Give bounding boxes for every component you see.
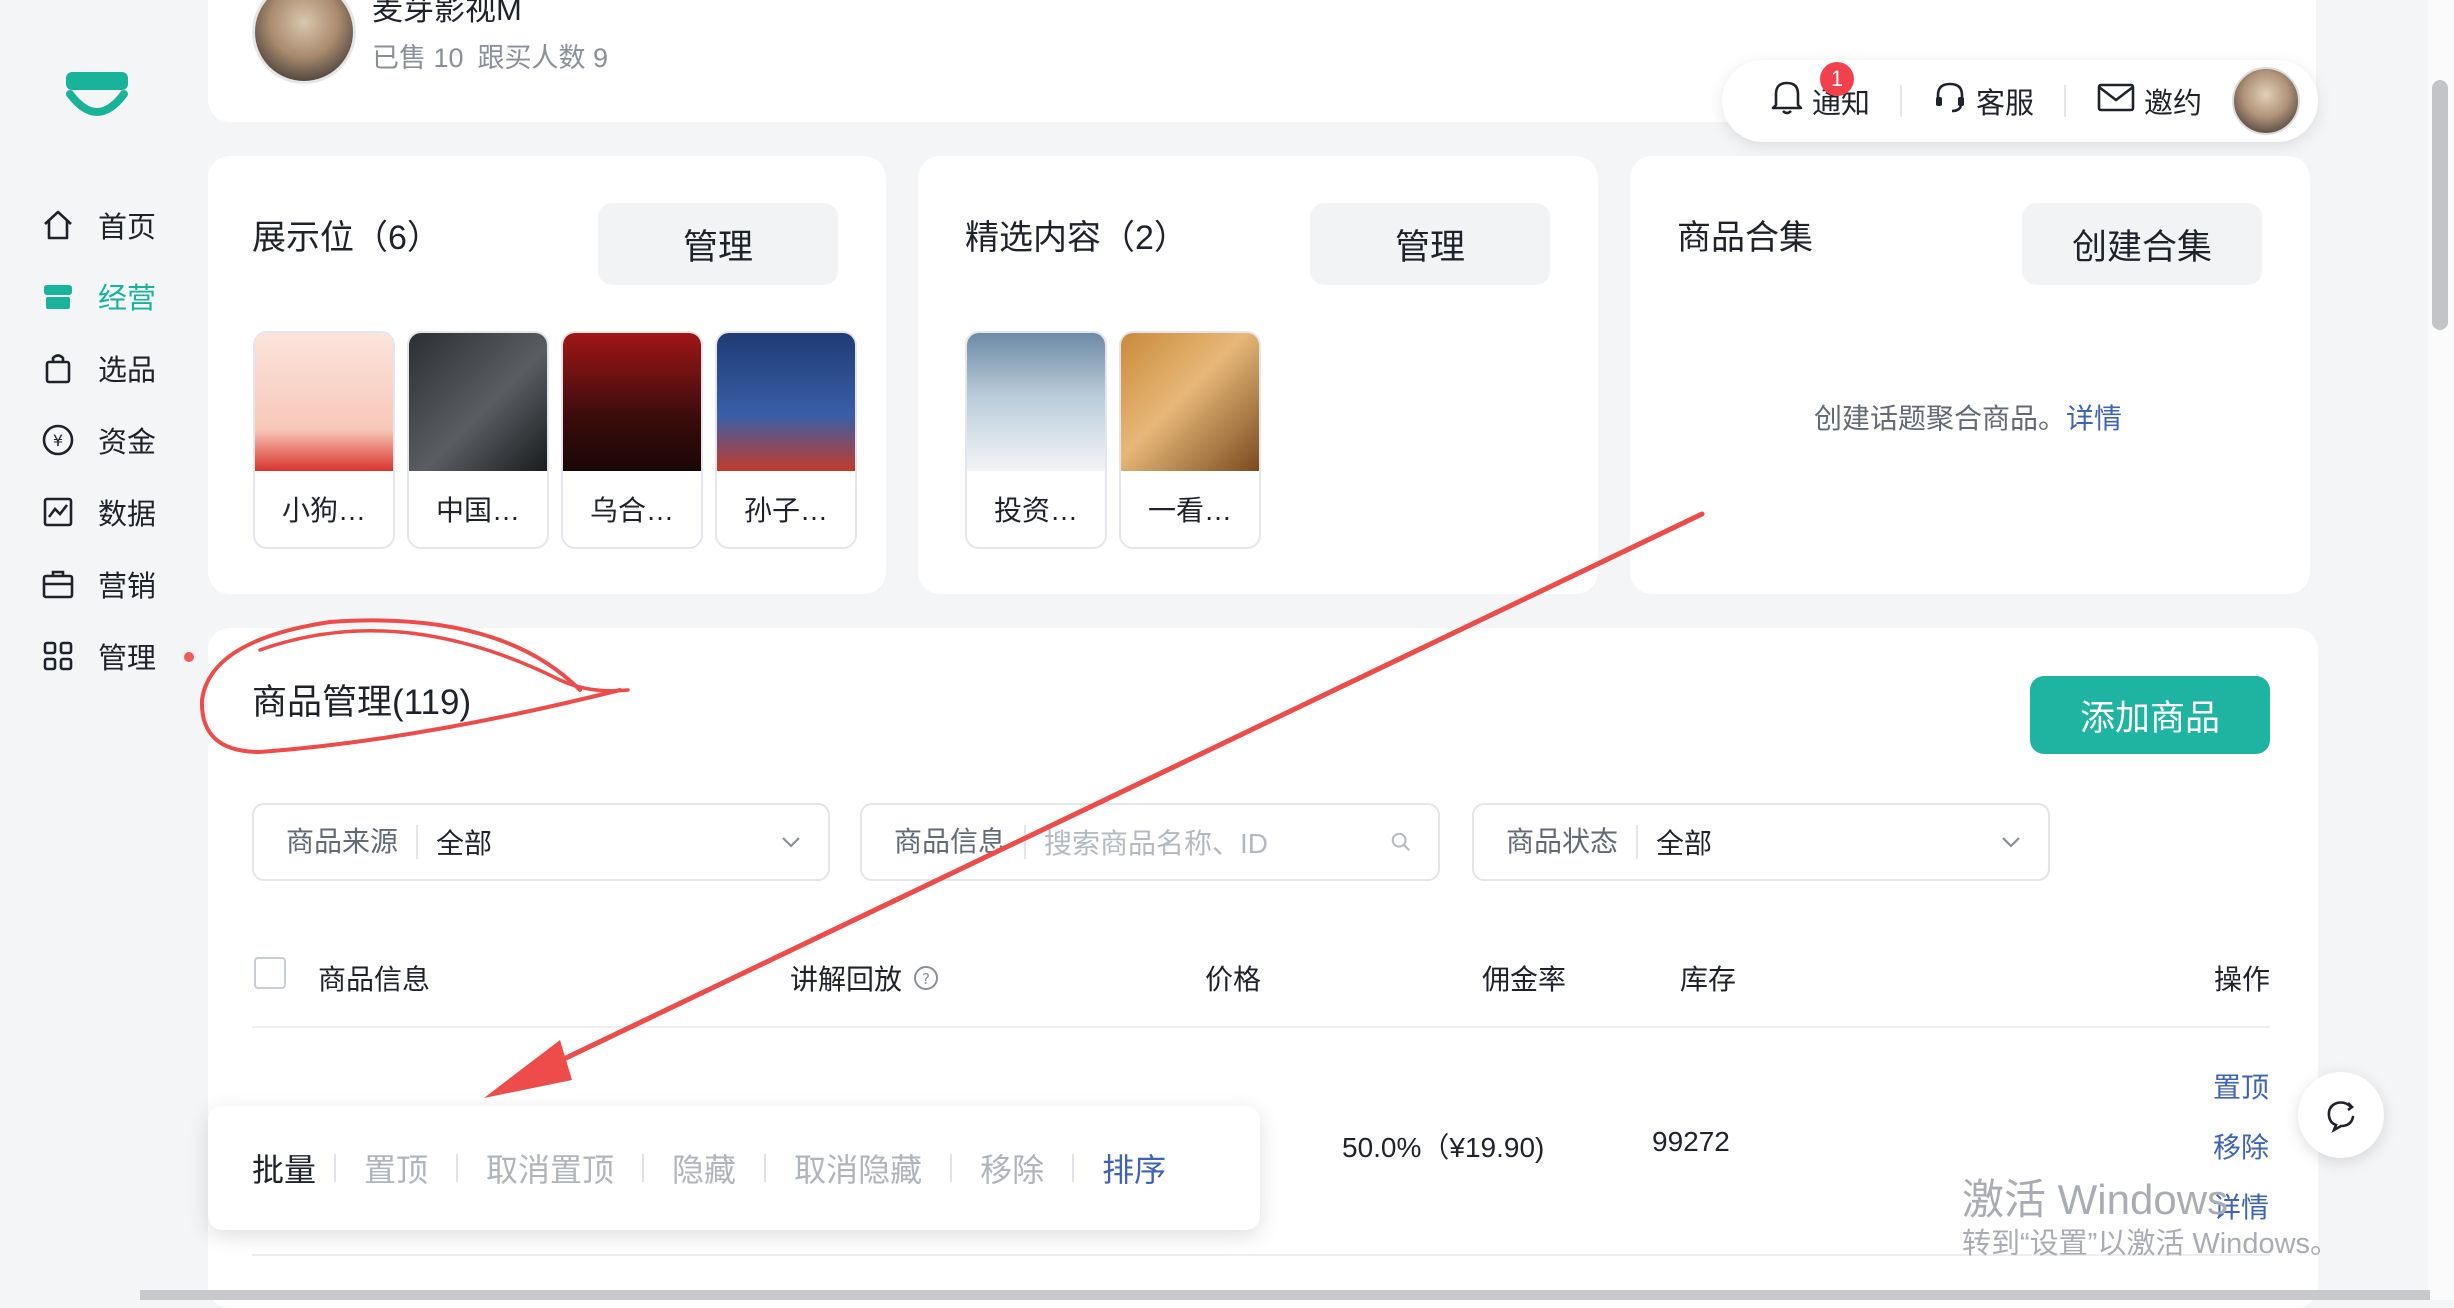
annotation-arrow-head [484, 1040, 572, 1098]
annotation-arrow-line [517, 511, 1705, 1083]
annotation-overlay [199, 511, 1705, 1098]
horizontal-scrollbar[interactable] [140, 1290, 2430, 1300]
annotation-circle [199, 618, 622, 755]
